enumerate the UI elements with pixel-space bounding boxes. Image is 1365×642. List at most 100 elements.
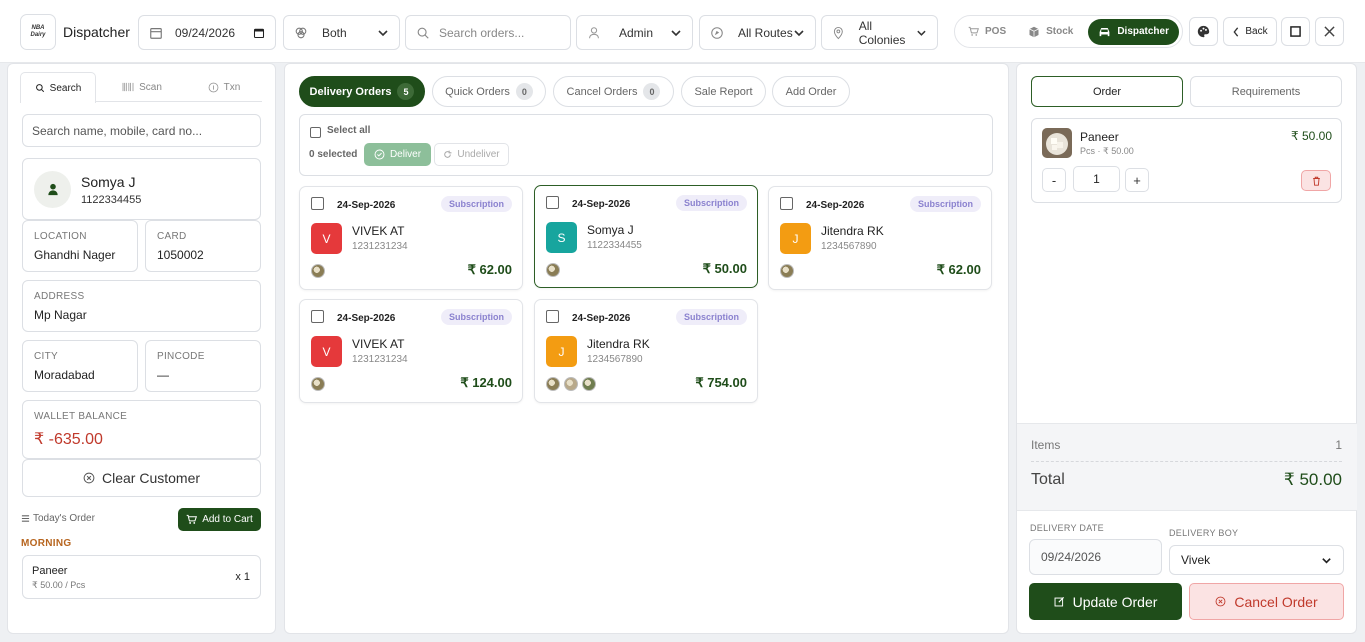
location-label: LOCATION [34,231,87,242]
select-all-checkbox[interactable] [310,127,321,138]
fullscreen-button[interactable] [1281,17,1310,46]
customer-search-input[interactable]: Search name, mobile, card no... [22,114,261,147]
barcode-icon [122,82,134,92]
pos-label: POS [985,26,1007,37]
delivery-boy-label: DELIVERY BOY [1169,528,1239,538]
order-search-field[interactable]: Search orders... [405,15,571,50]
routes-select[interactable]: All Routes [699,15,816,50]
increase-label: + [1133,172,1141,188]
tab-order[interactable]: Order [1031,76,1183,107]
cart-icon [968,26,979,36]
order-card[interactable]: 24-Sep-2026 Subscription S Somya J 11223… [534,185,758,288]
dispatcher-button[interactable]: Dispatcher [1088,18,1179,45]
delivery-date-input[interactable]: 09/24/2026 [1029,539,1162,575]
tab-sale-report-label: Sale Report [694,85,753,98]
chevron-down-icon [378,29,388,36]
quantity-input[interactable]: 1 [1073,166,1120,192]
product-thumbnail [546,377,560,391]
chevron-down-icon [671,29,681,36]
subscription-badge: Subscription [909,196,981,212]
undeliver-button[interactable]: Undeliver [434,143,509,166]
total-label: Total [1031,471,1065,488]
customer-avatar: V [311,223,342,254]
product-thumbnails [311,377,325,391]
customer-phone: 1122334455 [81,194,142,206]
stock-button[interactable]: Stock [1018,19,1083,45]
delivery-date-value: 09/24/2026 [1041,550,1102,564]
close-button[interactable] [1315,17,1344,46]
order-amount: ₹ 50.00 [702,261,747,276]
order-card[interactable]: 24-Sep-2026 Subscription V VIVEK AT 1231… [299,299,523,403]
product-thumbnails [546,377,596,391]
order-customer-phone: 1122334455 [587,240,642,251]
location-field: LOCATION Ghandhi Nager [22,220,138,272]
trash-icon [1312,176,1320,186]
order-item-name: Paneer [32,565,68,577]
order-card[interactable]: 24-Sep-2026 Subscription J Jitendra RK 1… [768,186,992,290]
location-value: Ghandhi Nager [34,248,116,262]
chevron-down-icon [917,30,926,36]
order-customer-phone: 1231231234 [352,354,408,365]
check-circle-icon [374,149,385,160]
colonies-select[interactable]: All Colonies [821,15,938,50]
car-icon [1099,27,1110,36]
cancel-order-button[interactable]: Cancel Order [1189,583,1344,620]
colonies-value: All Colonies [858,18,906,47]
user-icon [47,183,58,196]
tab-quick-orders[interactable]: Quick Orders 0 [432,76,546,107]
order-date: 24-Sep-2026 [572,313,631,324]
order-customer-name: VIVEK AT [352,224,405,238]
address-label: ADDRESS [34,291,85,302]
tab-search[interactable]: Search [20,72,96,103]
tab-sale-report[interactable]: Sale Report [681,76,766,107]
user-select[interactable]: Admin [576,15,693,50]
customer-avatar: S [546,222,577,253]
box-icon [1029,26,1039,37]
delivery-boy-select[interactable]: Vivek [1169,545,1344,575]
date-field[interactable]: 09/24/2026 [138,15,276,50]
clear-customer-button[interactable]: Clear Customer [22,459,261,497]
product-thumbnail [311,264,325,278]
tab-scan[interactable]: Scan [104,72,180,102]
user-value: Admin [619,25,654,40]
tab-add-order[interactable]: Add Order [772,76,850,107]
add-to-cart-button[interactable]: Add to Cart [178,508,261,531]
order-card[interactable]: 24-Sep-2026 Subscription V VIVEK AT 1231… [299,186,523,290]
app-title: Dispatcher [63,24,130,40]
clear-customer-label: Clear Customer [101,470,201,486]
order-checkbox[interactable] [311,310,324,323]
customer-avatar: J [780,223,811,254]
order-checkbox[interactable] [546,196,559,209]
calendar-icon [150,27,162,39]
order-customer-phone: 1231231234 [352,241,408,252]
city-field: CITY Moradabad [22,340,138,392]
subscription-badge: Subscription [675,309,747,325]
back-button[interactable]: Back [1223,17,1277,46]
user-icon [589,26,599,38]
wallet-value: ₹ -635.00 [34,431,103,448]
update-order-button[interactable]: Update Order [1029,583,1182,620]
tab-cancel-orders[interactable]: Cancel Orders 0 [553,76,674,107]
total-value: ₹ 50.00 [1283,470,1342,489]
remove-item-button[interactable] [1301,170,1331,191]
deliver-button[interactable]: Deliver [364,143,431,166]
pos-button[interactable]: POS [958,19,1016,45]
theme-button[interactable] [1189,17,1218,46]
order-checkbox[interactable] [546,310,559,323]
mode-select[interactable]: Both [283,15,400,50]
customer-avatar: J [546,336,577,367]
order-amount: ₹ 124.00 [460,375,512,390]
list-icon [21,515,30,522]
order-checkbox[interactable] [780,197,793,210]
order-item-price: ₹ 50.00 / Pcs [32,580,86,590]
calendar-picker-icon[interactable] [253,27,265,39]
subscription-badge: Subscription [440,196,512,212]
product-image [1042,128,1072,158]
order-card[interactable]: 24-Sep-2026 Subscription J Jitendra RK 1… [534,299,758,403]
order-checkbox[interactable] [311,197,324,210]
increase-qty-button[interactable]: + [1125,168,1149,192]
decrease-qty-button[interactable]: - [1042,168,1066,192]
tab-txn[interactable]: Txn [186,72,262,102]
tab-delivery-orders[interactable]: Delivery Orders 5 [299,76,425,107]
tab-requirements[interactable]: Requirements [1190,76,1342,107]
